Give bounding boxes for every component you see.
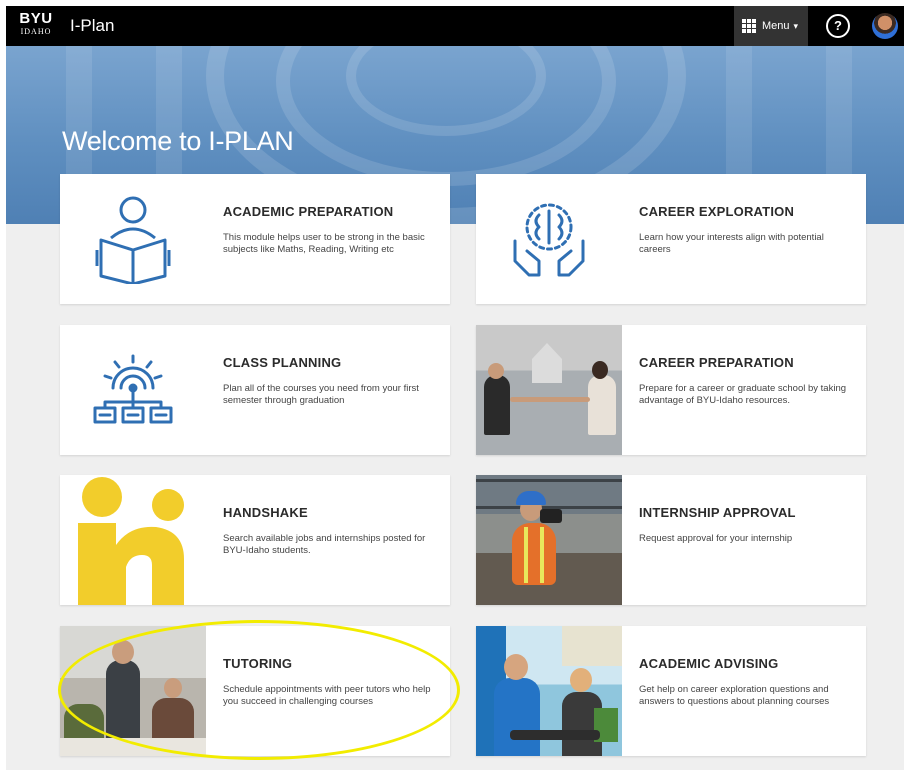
card-title: CLASS PLANNING bbox=[223, 355, 342, 370]
gear-network-icon bbox=[60, 325, 206, 455]
tutoring-photo bbox=[60, 626, 206, 756]
user-avatar[interactable] bbox=[872, 13, 898, 39]
reader-book-icon bbox=[60, 174, 206, 304]
card-description: Schedule appointments with peer tutors w… bbox=[223, 684, 431, 707]
card-title: ACADEMIC ADVISING bbox=[639, 656, 779, 671]
card-title: INTERNSHIP APPROVAL bbox=[639, 505, 796, 520]
logo-sub-text: IDAHO bbox=[20, 27, 52, 36]
menu-label: Menu bbox=[762, 20, 790, 32]
card-class-planning[interactable]: CLASS PLANNING Plan all of the courses y… bbox=[60, 325, 450, 455]
logo-main-text: BYU bbox=[19, 10, 53, 27]
top-navigation-bar: BYU IDAHO I-Plan Menu ▾ ? bbox=[6, 6, 904, 46]
card-academic-advising[interactable]: ACADEMIC ADVISING Get help on career exp… bbox=[476, 626, 866, 756]
advising-photo bbox=[476, 626, 622, 756]
card-title: ACADEMIC PREPARATION bbox=[223, 204, 394, 219]
card-description: Request approval for your internship bbox=[639, 533, 793, 544]
card-internship-approval[interactable]: INTERNSHIP APPROVAL Request approval for… bbox=[476, 475, 866, 605]
handshake-photo bbox=[476, 325, 622, 455]
byu-idaho-logo[interactable]: BYU IDAHO bbox=[16, 11, 56, 36]
chevron-down-icon: ▾ bbox=[793, 20, 799, 31]
card-title: TUTORING bbox=[223, 656, 293, 671]
card-description: Plan all of the courses you need from yo… bbox=[223, 383, 419, 406]
app-title[interactable]: I-Plan bbox=[70, 16, 114, 36]
card-handshake[interactable]: HANDSHAKE Search available jobs and inte… bbox=[60, 475, 450, 605]
card-description: This module helps user to be strong in t… bbox=[223, 232, 425, 255]
card-career-preparation[interactable]: CAREER PREPARATION Prepare for a career … bbox=[476, 325, 866, 455]
card-description: Search available jobs and internships po… bbox=[223, 533, 426, 556]
card-tutoring[interactable]: TUTORING Schedule appointments with peer… bbox=[60, 626, 450, 756]
brain-in-hands-icon bbox=[476, 174, 622, 304]
card-title: CAREER EXPLORATION bbox=[639, 204, 795, 219]
card-description: Learn how your interests align with pote… bbox=[639, 232, 824, 255]
help-button[interactable]: ? bbox=[826, 14, 850, 38]
handshake-logo bbox=[60, 475, 206, 605]
construction-worker-photo bbox=[476, 475, 622, 605]
grid-icon bbox=[742, 19, 756, 33]
card-title: CAREER PREPARATION bbox=[639, 355, 794, 370]
card-academic-preparation[interactable]: ACADEMIC PREPARATION This module helps u… bbox=[60, 174, 450, 304]
page-title: Welcome to I-PLAN bbox=[62, 126, 294, 156]
card-title: HANDSHAKE bbox=[223, 505, 308, 520]
card-description: Get help on career exploration questions… bbox=[639, 684, 830, 707]
card-career-exploration[interactable]: CAREER EXPLORATION Learn how your intere… bbox=[476, 174, 866, 304]
card-description: Prepare for a career or graduate school … bbox=[639, 383, 847, 406]
menu-button[interactable]: Menu ▾ bbox=[734, 6, 808, 46]
